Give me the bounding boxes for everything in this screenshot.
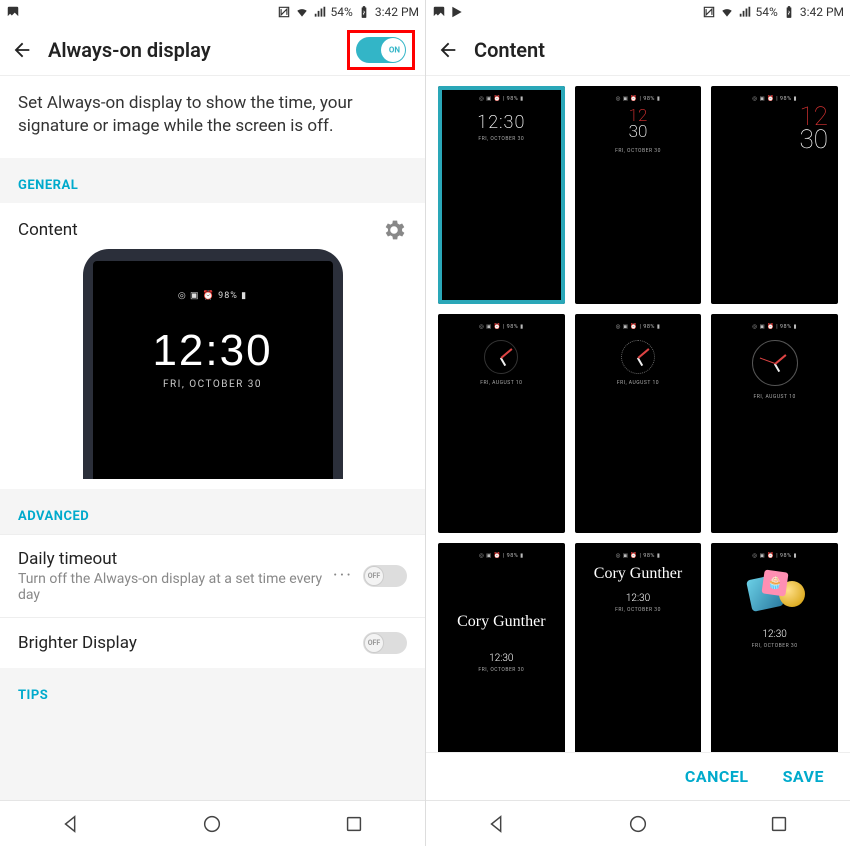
thumb-date: FRI, OCTOBER 30 xyxy=(438,136,565,142)
clock-text: 3:42 PM xyxy=(375,5,419,19)
thumb-status: ◎ ▣ ⏰ | 98% ▮ xyxy=(711,553,838,559)
app-header: Content xyxy=(426,24,850,76)
nav-home[interactable] xyxy=(624,810,652,838)
thumb-status: ◎ ▣ ⏰ | 98% ▮ xyxy=(711,324,838,330)
thumb-status: ◎ ▣ ⏰ | 98% ▮ xyxy=(438,553,565,559)
content-grid-wrap: ◎ ▣ ⏰ | 98% ▮12:30FRI, OCTOBER 30◎ ▣ ⏰ |… xyxy=(426,76,850,752)
section-advanced: ADVANCED xyxy=(0,489,425,534)
content-row[interactable]: Content xyxy=(0,203,425,249)
thumb-time: 12:30 xyxy=(575,593,702,604)
content-thumb-8[interactable]: ◎ ▣ ⏰ | 98% ▮ 🧁 12:30 FRI, OCTOBER 30 xyxy=(711,543,838,752)
thumb-status: ◎ ▣ ⏰ | 98% ▮ xyxy=(438,96,565,102)
thumb-date: FRI, OCTOBER 30 xyxy=(438,667,565,673)
content-thumb-5[interactable]: ◎ ▣ ⏰ | 98% ▮ FRI, AUGUST 10 xyxy=(711,314,838,532)
brighter-display-row[interactable]: Brighter Display OFF xyxy=(0,617,425,668)
status-bar: 54% 3:42 PM xyxy=(426,0,850,24)
thumb-date: FRI, AUGUST 10 xyxy=(575,380,702,386)
analog-clock-icon xyxy=(752,340,798,386)
content-thumb-3[interactable]: ◎ ▣ ⏰ | 98% ▮ FRI, AUGUST 10 xyxy=(438,314,565,532)
wifi-icon xyxy=(720,5,734,19)
nfc-icon xyxy=(702,5,716,19)
brighter-display-label: Brighter Display xyxy=(18,633,353,653)
thumb-date: FRI, AUGUST 10 xyxy=(711,394,838,400)
thumb-signature: Cory Gunther xyxy=(575,565,702,583)
content-grid: ◎ ▣ ⏰ | 98% ▮12:30FRI, OCTOBER 30◎ ▣ ⏰ |… xyxy=(438,86,838,752)
status-bar: 54% 3:42 PM xyxy=(0,0,425,24)
battery-charging-icon xyxy=(782,5,796,19)
signal-icon xyxy=(313,5,327,19)
page-title: Content xyxy=(474,38,840,62)
image-icon xyxy=(6,5,20,19)
nav-recent[interactable] xyxy=(765,810,793,838)
footer-actions: CANCEL SAVE xyxy=(426,752,850,800)
thumb-date: FRI, OCTOBER 30 xyxy=(575,607,702,613)
app-header: Always-on display ON xyxy=(0,24,425,76)
daily-timeout-row[interactable]: Daily timeout Turn off the Always-on dis… xyxy=(0,534,425,617)
brighter-display-toggle[interactable]: OFF xyxy=(363,632,407,654)
analog-clock-icon xyxy=(484,340,518,374)
aod-description: Set Always-on display to show the time, … xyxy=(0,76,425,158)
nav-recent[interactable] xyxy=(340,810,368,838)
section-tips: TIPS xyxy=(0,668,425,800)
battery-pct: 54% xyxy=(331,5,353,19)
battery-pct: 54% xyxy=(756,5,778,19)
content-thumb-6[interactable]: ◎ ▣ ⏰ | 98% ▮ Cory Gunther 12:30 FRI, OCTOB… xyxy=(438,543,565,752)
thumb-time: 12:30 xyxy=(438,112,565,133)
content-thumb-1[interactable]: ◎ ▣ ⏰ | 98% ▮ 1230 FRI, OCTOBER 30 xyxy=(575,86,702,304)
settings-scroll[interactable]: Set Always-on display to show the time, … xyxy=(0,76,425,800)
content-thumb-7[interactable]: ◎ ▣ ⏰ | 98% ▮ Cory Gunther 12:30 FRI, OCTOB… xyxy=(575,543,702,752)
analog-clock-icon xyxy=(621,340,655,374)
content-picker-pane: 54% 3:42 PM Content ◎ ▣ ⏰ | 98% ▮ 12:30 FR… xyxy=(425,0,850,846)
nav-bar xyxy=(426,800,850,846)
image-icon xyxy=(432,5,446,19)
preview-status: ◎ ▣ ⏰ 98% ▮ xyxy=(93,291,333,301)
thumb-status: ◎ ▣ ⏰ | 98% ▮ xyxy=(575,96,702,102)
daily-timeout-label: Daily timeout xyxy=(18,549,323,569)
back-button[interactable] xyxy=(436,38,460,62)
page-title: Always-on display xyxy=(48,38,333,62)
content-thumb-4[interactable]: ◎ ▣ ⏰ | 98% ▮ FRI, AUGUST 10 xyxy=(575,314,702,532)
signal-icon xyxy=(738,5,752,19)
thumb-image-icon: 🧁 xyxy=(745,571,805,617)
gear-icon[interactable] xyxy=(381,217,407,243)
back-button[interactable] xyxy=(10,38,34,62)
thumb-status: ◎ ▣ ⏰ | 98% ▮ xyxy=(575,324,702,330)
thumb-status: ◎ ▣ ⏰ | 98% ▮ xyxy=(438,324,565,330)
play-icon xyxy=(450,5,464,19)
thumb-status: ◎ ▣ ⏰ | 98% ▮ xyxy=(575,553,702,559)
content-thumb-0[interactable]: ◎ ▣ ⏰ | 98% ▮ 12:30 FRI, OCTOBER 30 xyxy=(438,86,565,304)
thumb-time: 1230 xyxy=(575,108,702,140)
thumb-date: FRI, AUGUST 10 xyxy=(438,380,565,386)
section-general: GENERAL xyxy=(0,158,425,203)
preview-time: 12:30 xyxy=(93,326,333,376)
nfc-icon xyxy=(277,5,291,19)
thumb-date: FRI, OCTOBER 30 xyxy=(711,643,838,649)
nav-bar xyxy=(0,800,425,846)
more-icon[interactable]: ··· xyxy=(333,565,353,586)
highlight-box: ON xyxy=(347,30,415,70)
aod-preview: ◎ ▣ ⏰ 98% ▮ 12:30 FRI, OCTOBER 30 xyxy=(0,249,425,489)
nav-home[interactable] xyxy=(198,810,226,838)
aod-master-toggle[interactable]: ON xyxy=(356,37,406,63)
thumb-time: 12:30 xyxy=(711,629,838,640)
cancel-button[interactable]: CANCEL xyxy=(685,767,749,786)
daily-timeout-sub: Turn off the Always-on display at a set … xyxy=(18,571,323,603)
thumb-time: 1230 xyxy=(800,106,828,153)
save-button[interactable]: SAVE xyxy=(783,767,824,786)
battery-charging-icon xyxy=(357,5,371,19)
daily-timeout-toggle[interactable]: OFF xyxy=(363,565,407,587)
thumb-date: FRI, OCTOBER 30 xyxy=(575,148,702,154)
wifi-icon xyxy=(295,5,309,19)
preview-date: FRI, OCTOBER 30 xyxy=(93,379,333,390)
clock-text: 3:42 PM xyxy=(800,5,844,19)
phone-frame: ◎ ▣ ⏰ 98% ▮ 12:30 FRI, OCTOBER 30 xyxy=(83,249,343,479)
thumb-time: 12:30 xyxy=(438,653,565,664)
nav-back[interactable] xyxy=(57,810,85,838)
settings-aod-pane: 54% 3:42 PM Always-on display ON Set Alw… xyxy=(0,0,425,846)
thumb-signature: Cory Gunther xyxy=(438,613,565,631)
nav-back[interactable] xyxy=(483,810,511,838)
content-thumb-2[interactable]: ◎ ▣ ⏰ | 98% ▮1230 xyxy=(711,86,838,304)
content-row-label: Content xyxy=(18,220,371,240)
